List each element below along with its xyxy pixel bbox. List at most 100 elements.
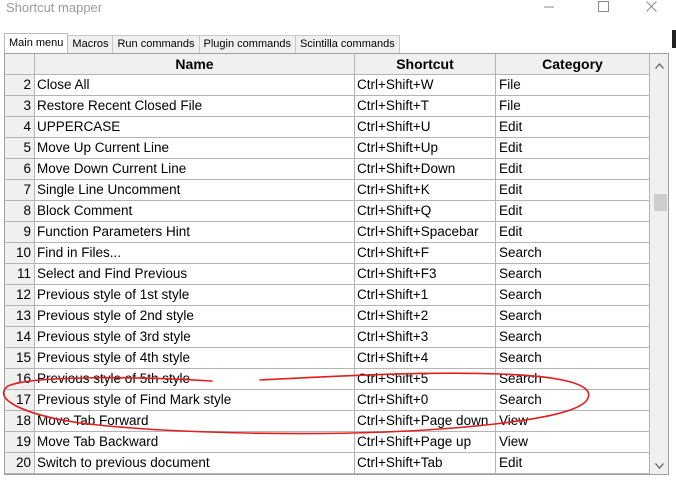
row-number-header	[5, 54, 35, 75]
row-number: 15	[5, 348, 35, 369]
row-number: 19	[5, 432, 35, 453]
cell-shortcut: Ctrl+Shift+K	[355, 180, 496, 201]
cell-shortcut: Ctrl+Shift+0	[355, 390, 496, 411]
row-number: 18	[5, 411, 35, 432]
row-number: 11	[5, 264, 35, 285]
minimize-button[interactable]	[526, 0, 572, 16]
tab-strip: Main menu Macros Run commands Plugin com…	[4, 33, 400, 53]
row-number: 17	[5, 390, 35, 411]
cell-name: Previous style of 5th style	[35, 369, 355, 390]
cell-shortcut: Ctrl+Shift+2	[355, 306, 496, 327]
cell-name: Move Tab Forward	[35, 411, 355, 432]
tab-scintilla-commands[interactable]: Scintilla commands	[294, 35, 400, 53]
cell-category: Search	[496, 243, 650, 264]
vertical-scrollbar[interactable]	[650, 54, 668, 474]
table-row[interactable]: 18 Move Tab Forward Ctrl+Shift+Page down Vi…	[5, 411, 650, 432]
cell-name: Previous style of 3rd style	[35, 327, 355, 348]
cell-shortcut: Ctrl+Shift+F	[355, 243, 496, 264]
row-number: 5	[5, 138, 35, 159]
cell-name: Close All	[35, 75, 355, 96]
maximize-button[interactable]	[580, 0, 626, 16]
tab-main-menu[interactable]: Main menu	[4, 33, 69, 53]
cell-category: View	[496, 411, 650, 432]
scroll-down-button[interactable]	[650, 456, 668, 474]
table-row[interactable]: 6 Move Down Current Line Ctrl+Shift+Down Ed…	[5, 159, 650, 180]
scroll-up-button[interactable]	[650, 56, 668, 73]
background-window-edge	[672, 30, 676, 48]
cell-category: File	[496, 96, 650, 117]
table-row[interactable]: 15 Previous style of 4th style Ctrl+Shift+…	[5, 348, 650, 369]
table-row[interactable]: 3 Restore Recent Closed File Ctrl+Shift+T F…	[5, 96, 650, 117]
cell-name: Previous style of 2nd style	[35, 306, 355, 327]
cell-shortcut: Ctrl+Shift+W	[355, 75, 496, 96]
table-row[interactable]: 12 Previous style of 1st style Ctrl+Shift+…	[5, 285, 650, 306]
table-row[interactable]: 20 Switch to previous document Ctrl+Shift+…	[5, 453, 650, 474]
cell-shortcut: Ctrl+Shift+3	[355, 327, 496, 348]
cell-shortcut: Ctrl+Shift+5	[355, 369, 496, 390]
table-row[interactable]: 11 Select and Find Previous Ctrl+Shift+F3 S…	[5, 264, 650, 285]
cell-shortcut: Ctrl+Shift+4	[355, 348, 496, 369]
cell-category: Search	[496, 369, 650, 390]
row-number: 7	[5, 180, 35, 201]
tab-macros[interactable]: Macros	[67, 35, 114, 53]
cell-shortcut: Ctrl+Shift+T	[355, 96, 496, 117]
row-number: 8	[5, 201, 35, 222]
cell-name: Function Parameters Hint	[35, 222, 355, 243]
minimize-icon	[544, 0, 554, 17]
close-button[interactable]	[628, 0, 674, 16]
table-row[interactable]: 8 Block Comment Ctrl+Shift+Q Edit	[5, 201, 650, 222]
row-number: 13	[5, 306, 35, 327]
table-row[interactable]: 19 Move Tab Backward Ctrl+Shift+Page up Vie…	[5, 432, 650, 453]
cell-shortcut: Ctrl+Shift+F3	[355, 264, 496, 285]
window-title: Shortcut mapper	[6, 0, 103, 15]
scroll-down-arrow-icon	[655, 456, 664, 474]
cell-shortcut: Ctrl+Shift+Spacebar	[355, 222, 496, 243]
column-header-shortcut[interactable]: Shortcut	[355, 54, 496, 75]
cell-category: File	[496, 75, 650, 96]
cell-name: Find in Files...	[35, 243, 355, 264]
row-number: 20	[5, 453, 35, 474]
row-number: 6	[5, 159, 35, 180]
cell-name: Restore Recent Closed File	[35, 96, 355, 117]
table-row[interactable]: 10 Find in Files... Ctrl+Shift+F Search	[5, 243, 650, 264]
cell-name: Move Up Current Line	[35, 138, 355, 159]
cell-category: Edit	[496, 453, 650, 474]
scrollbar-thumb[interactable]	[654, 194, 667, 211]
tab-run-commands[interactable]: Run commands	[112, 35, 200, 53]
cell-category: Search	[496, 306, 650, 327]
cell-category: Search	[496, 264, 650, 285]
cell-category: Search	[496, 348, 650, 369]
table-row[interactable]: 9 Function Parameters Hint Ctrl+Shift+Spac…	[5, 222, 650, 243]
table-row[interactable]: 4 UPPERCASE Ctrl+Shift+U Edit	[5, 117, 650, 138]
table-row[interactable]: 7 Single Line Uncomment Ctrl+Shift+K Edit	[5, 180, 650, 201]
cell-category: Search	[496, 327, 650, 348]
cell-name: Block Comment	[35, 201, 355, 222]
table-row[interactable]: 2 Close All Ctrl+Shift+W File	[5, 75, 650, 96]
cell-shortcut: Ctrl+Shift+Up	[355, 138, 496, 159]
tab-plugin-commands[interactable]: Plugin commands	[198, 35, 296, 53]
cell-shortcut: Ctrl+Shift+Page down	[355, 411, 496, 432]
row-number: 9	[5, 222, 35, 243]
row-number: 14	[5, 327, 35, 348]
column-header-category[interactable]: Category	[496, 54, 650, 75]
cell-name: Previous style of 1st style	[35, 285, 355, 306]
cell-category: Search	[496, 390, 650, 411]
cell-name: Previous style of 4th style	[35, 348, 355, 369]
maximize-icon	[597, 0, 609, 17]
cell-name: Switch to previous document	[35, 453, 355, 474]
title-bar: Shortcut mapper	[0, 0, 676, 28]
cell-category: Edit	[496, 159, 650, 180]
cell-category: View	[496, 432, 650, 453]
table-row[interactable]: 13 Previous style of 2nd style Ctrl+Shift+…	[5, 306, 650, 327]
row-number: 10	[5, 243, 35, 264]
cell-shortcut: Ctrl+Shift+1	[355, 285, 496, 306]
cell-name: Single Line Uncomment	[35, 180, 355, 201]
shortcut-grid[interactable]: Name Shortcut Category 2 Close All Ctrl+Sh…	[4, 53, 669, 475]
table-row[interactable]: 5 Move Up Current Line Ctrl+Shift+Up Edit	[5, 138, 650, 159]
table-row[interactable]: 17 Previous style of Find Mark style Ctrl+…	[5, 390, 650, 411]
table-row[interactable]: 16 Previous style of 5th style Ctrl+Shift+…	[5, 369, 650, 390]
cell-category: Edit	[496, 222, 650, 243]
cell-shortcut: Ctrl+Shift+Tab	[355, 453, 496, 474]
column-header-name[interactable]: Name	[35, 54, 355, 75]
table-row[interactable]: 14 Previous style of 3rd style Ctrl+Shift+…	[5, 327, 650, 348]
